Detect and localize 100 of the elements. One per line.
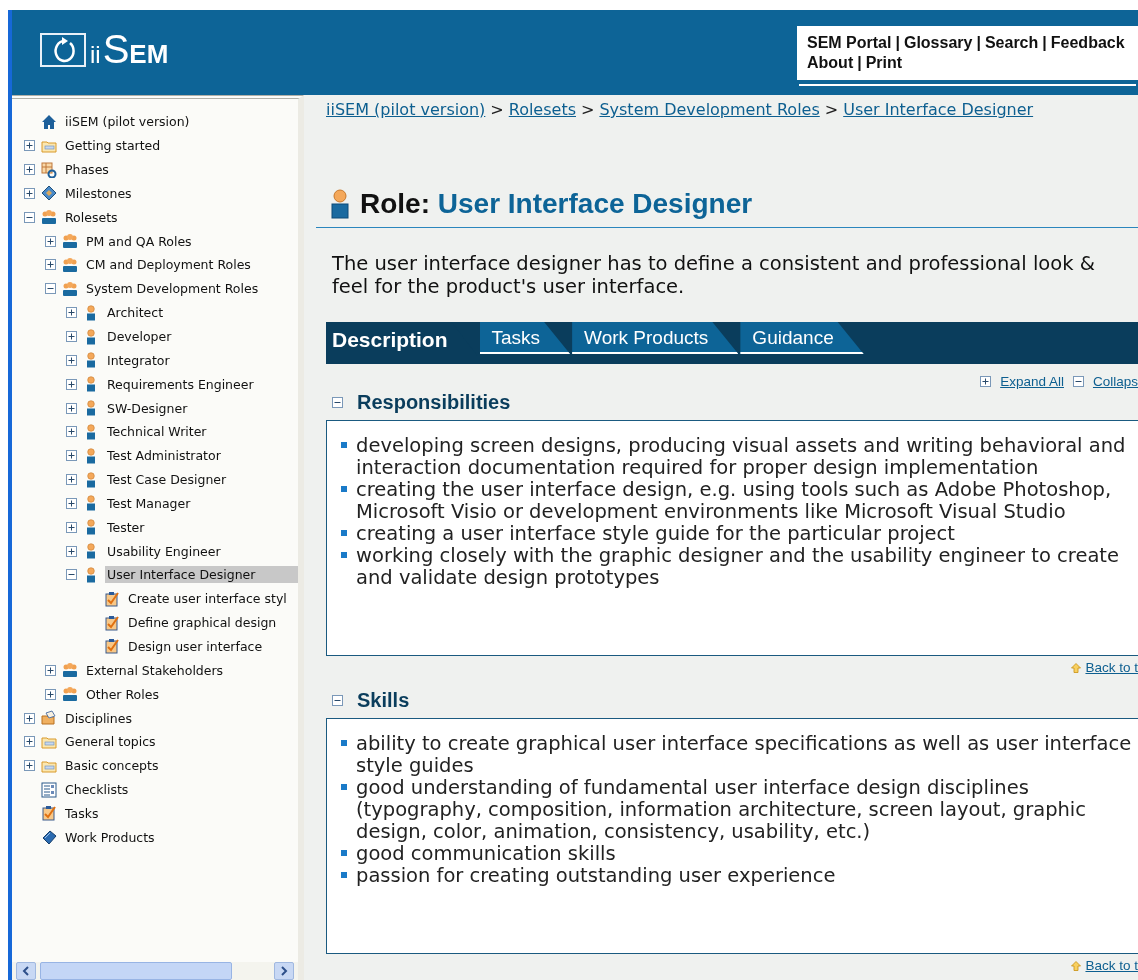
separator: | xyxy=(857,53,862,73)
bullet-icon xyxy=(341,872,347,878)
tree-item[interactable]: Usability Engineer xyxy=(105,542,223,560)
scroll-right-button[interactable] xyxy=(274,962,294,980)
tree-item[interactable]: Rolesets xyxy=(63,208,120,226)
expand-toggle[interactable] xyxy=(66,307,77,319)
back-to-top-link[interactable]: Back to t xyxy=(1085,958,1138,973)
list-item-text: good understanding of fundamental user interface design disciplines (typography, composition, information architecture, screen layout, graphic design, color, animation, consistency, usability, etc.) xyxy=(356,777,1087,843)
expand-toggle[interactable] xyxy=(24,712,35,724)
title-label: Role: xyxy=(360,188,430,219)
tree-item[interactable]: Checklists xyxy=(63,781,131,799)
tree-item[interactable]: Phases xyxy=(63,161,111,179)
tree-item[interactable]: Create user interface styl xyxy=(126,590,289,608)
expand-toggle[interactable] xyxy=(66,521,77,533)
breadcrumb-link[interactable]: iiSEM (pilot version) xyxy=(326,99,486,121)
nav-link[interactable]: Search xyxy=(984,33,1039,53)
back-to-top-link[interactable]: Back to t xyxy=(1085,660,1138,675)
tree-item[interactable]: User Interface Designer xyxy=(105,566,298,584)
checked-task-icon xyxy=(104,614,120,631)
separator: | xyxy=(976,33,981,53)
nav-link[interactable]: Glossary xyxy=(903,33,973,53)
tree-item[interactable]: Define graphical design xyxy=(126,614,279,632)
tree-item[interactable]: General topics xyxy=(63,733,158,751)
expand-toggle[interactable] xyxy=(24,760,35,772)
nav-link[interactable]: About xyxy=(807,53,854,73)
expand-toggle[interactable] xyxy=(66,378,77,390)
section-title: Skills xyxy=(357,689,410,712)
nav-link[interactable]: Feedback xyxy=(1050,33,1125,53)
tree-item[interactable]: Disciplines xyxy=(63,709,134,727)
breadcrumb-link[interactable]: Rolesets xyxy=(508,99,576,121)
tree-item[interactable]: Tester xyxy=(105,518,147,536)
people-icon xyxy=(62,662,78,679)
tree-item[interactable]: Architect xyxy=(105,304,166,322)
expand-toggle[interactable] xyxy=(66,545,77,557)
tree-item[interactable]: Other Roles xyxy=(84,685,161,703)
expand-toggle[interactable] xyxy=(66,474,77,486)
expand-toggle[interactable] xyxy=(45,259,56,271)
checked-task-icon xyxy=(41,805,57,822)
tab[interactable]: Work Products xyxy=(572,322,739,354)
expand-toggle[interactable] xyxy=(66,497,77,509)
scroll-thumb[interactable] xyxy=(40,962,232,980)
tree-item[interactable]: CM and Deployment Roles xyxy=(84,256,253,274)
checked-task-icon xyxy=(104,638,120,655)
up-arrow-icon xyxy=(1071,960,1082,971)
tree-item[interactable]: iiSEM (pilot version) xyxy=(63,113,192,131)
collapse-all-link[interactable]: Collaps xyxy=(1092,374,1138,389)
bullet-icon xyxy=(341,740,347,746)
expand-toggle[interactable] xyxy=(45,664,56,676)
section-title: Responsibilities xyxy=(357,391,511,414)
tree-item[interactable]: System Development Roles xyxy=(84,280,261,298)
nav-link[interactable]: SEM Portal xyxy=(807,33,892,53)
tree-item[interactable]: Technical Writer xyxy=(105,423,209,441)
expand-all-link[interactable]: Expand All xyxy=(1000,374,1064,389)
expand-toggle[interactable] xyxy=(66,402,77,414)
expand-toggle[interactable] xyxy=(24,140,35,152)
tree-item[interactable]: External Stakeholders xyxy=(84,661,226,679)
home-icon xyxy=(41,113,57,130)
expand-toggle[interactable] xyxy=(66,331,77,342)
checked-task-icon xyxy=(104,590,120,607)
expand-toggle[interactable] xyxy=(66,426,77,438)
scroll-left-button[interactable] xyxy=(16,962,36,980)
tree-item[interactable]: Test Manager xyxy=(105,494,193,512)
tab[interactable]: Guidance xyxy=(740,322,864,354)
open-folder-icon xyxy=(41,710,57,726)
tree-item[interactable]: Design user interface xyxy=(126,638,265,655)
list-item-text: creating a user interface style guide for the particular project xyxy=(356,523,955,545)
collapse-toggle[interactable] xyxy=(24,211,35,223)
tree-item[interactable]: Test Case Designer xyxy=(105,471,229,489)
tree-item[interactable]: Getting started xyxy=(63,137,163,155)
tree-item[interactable]: Integrator xyxy=(105,351,172,369)
list-item-text: working closely with the graphic designer and the usability engineer to create and validate design prototypes xyxy=(356,545,1120,589)
expand-toggle[interactable] xyxy=(45,688,56,700)
tree-item[interactable]: Test Administrator xyxy=(105,447,223,465)
tree-item[interactable]: Work Products xyxy=(63,828,157,846)
collapse-toggle[interactable] xyxy=(45,283,56,295)
tree-item[interactable]: Developer xyxy=(105,328,174,345)
section-toggle[interactable] xyxy=(332,695,343,706)
tree-item[interactable]: SW-Designer xyxy=(105,399,190,417)
tree-item[interactable]: Requirements Engineer xyxy=(105,375,256,393)
tree-item[interactable]: Basic concepts xyxy=(63,757,161,775)
expand-toggle[interactable] xyxy=(24,164,35,176)
tree-item[interactable]: Milestones xyxy=(63,184,134,202)
collapse-toggle[interactable] xyxy=(66,569,77,581)
separator: | xyxy=(895,33,900,53)
scrollbar[interactable] xyxy=(12,962,298,980)
tree-item[interactable]: PM and QA Roles xyxy=(84,232,194,250)
expand-toggle[interactable] xyxy=(66,450,77,462)
expand-toggle[interactable] xyxy=(66,354,77,366)
nav-link[interactable]: Print xyxy=(865,53,903,73)
breadcrumb-link[interactable]: System Development Roles xyxy=(599,99,820,121)
breadcrumb-link[interactable]: User Interface Designer xyxy=(843,99,1034,121)
expand-toggle[interactable] xyxy=(45,235,56,247)
people-icon xyxy=(62,686,78,703)
tab[interactable]: Tasks xyxy=(479,322,571,354)
expand-toggle[interactable] xyxy=(24,736,35,748)
list-item-text: passion for creating outstanding user experience xyxy=(356,865,836,887)
section-toggle[interactable] xyxy=(332,397,343,408)
expand-toggle[interactable] xyxy=(24,187,35,199)
tree-item[interactable]: Tasks xyxy=(63,804,101,822)
separator: > xyxy=(581,99,595,121)
